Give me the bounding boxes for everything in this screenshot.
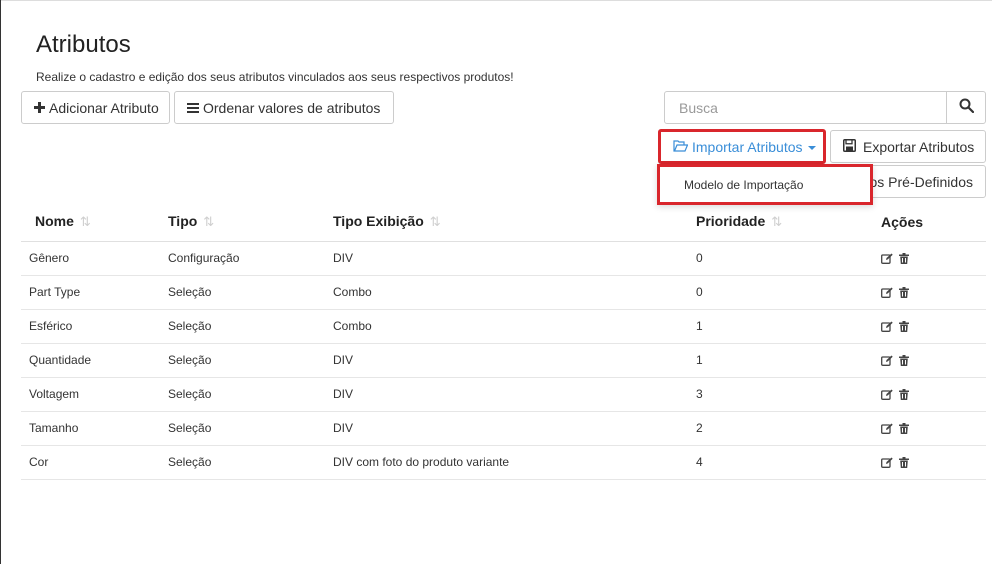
cell-prioridade: 0 <box>696 275 881 310</box>
cell-nome: Gênero <box>21 241 168 276</box>
predefined-attributes-label: os Pré-Definidos <box>869 173 974 190</box>
search-button[interactable] <box>946 92 985 123</box>
table-row: Cor Seleção DIV com foto do produto varian… <box>21 445 986 480</box>
cell-nome: Part Type <box>21 275 168 310</box>
sort-icon: ⇅ <box>203 214 215 230</box>
order-values-button[interactable]: Ordenar valores de atributos <box>174 91 394 124</box>
chevron-down-icon <box>807 145 816 150</box>
cell-tipo-exibicao: DIV <box>333 343 696 378</box>
cell-nome: Esférico <box>21 309 168 344</box>
cell-tipo: Seleção <box>168 343 333 378</box>
table-row: Quantidade Seleção DIV 1 <box>21 343 986 378</box>
sort-icon: ⇅ <box>771 214 783 230</box>
table-row: Voltagem Seleção DIV 3 <box>21 377 986 412</box>
cell-acoes <box>881 241 986 276</box>
cell-tipo-exibicao: Combo <box>333 275 696 310</box>
cell-tipo-exibicao: Combo <box>333 309 696 344</box>
floppy-icon <box>843 138 856 155</box>
plus-icon <box>34 100 45 116</box>
top-divider <box>1 0 992 1</box>
cell-acoes <box>881 377 986 412</box>
list-icon <box>187 100 199 116</box>
attributes-table: Nome ⇅ Tipo ⇅ Tipo Exibição ⇅ Prioridade ⇅ A… <box>21 203 986 480</box>
cell-acoes <box>881 445 986 480</box>
edit-icon[interactable] <box>881 457 893 468</box>
cell-tipo: Configuração <box>168 241 333 276</box>
edit-icon[interactable] <box>881 355 893 366</box>
cell-nome: Tamanho <box>21 411 168 446</box>
cell-nome: Voltagem <box>21 377 168 412</box>
order-values-label: Ordenar valores de atributos <box>203 99 381 116</box>
add-attribute-button[interactable]: Adicionar Atributo <box>21 91 170 124</box>
cell-tipo-exibicao: DIV <box>333 241 696 276</box>
cell-acoes <box>881 275 986 310</box>
edit-icon[interactable] <box>881 423 893 434</box>
cell-tipo: Seleção <box>168 377 333 412</box>
column-header-prioridade[interactable]: Prioridade ⇅ <box>696 203 881 242</box>
trash-icon[interactable] <box>899 422 909 434</box>
cell-prioridade: 4 <box>696 445 881 480</box>
cell-acoes <box>881 411 986 446</box>
edit-icon[interactable] <box>881 321 893 332</box>
folder-open-icon <box>673 139 689 155</box>
page-title: Atributos <box>36 31 131 58</box>
column-header-tipo-exibicao[interactable]: Tipo Exibição ⇅ <box>333 203 696 242</box>
add-attribute-label: Adicionar Atributo <box>49 99 159 116</box>
cell-tipo-exibicao: DIV com foto do produto variante <box>333 445 696 480</box>
import-attributes-button[interactable]: Importar Atributos <box>658 129 826 164</box>
trash-icon[interactable] <box>899 388 909 400</box>
search-input[interactable] <box>665 92 946 123</box>
cell-nome: Cor <box>21 445 168 480</box>
table-row: Esférico Seleção Combo 1 <box>21 309 986 344</box>
search-icon <box>959 98 974 118</box>
cell-prioridade: 3 <box>696 377 881 412</box>
column-header-acoes: Ações <box>881 203 986 242</box>
trash-icon[interactable] <box>899 286 909 298</box>
column-header-tipo[interactable]: Tipo ⇅ <box>168 203 333 242</box>
menu-item-import-template[interactable]: Modelo de Importação <box>684 178 803 192</box>
table-row: Gênero Configuração DIV 0 <box>21 241 986 276</box>
cell-tipo: Seleção <box>168 411 333 446</box>
export-attributes-label: Exportar Atributos <box>863 138 975 155</box>
trash-icon[interactable] <box>899 320 909 332</box>
column-header-nome[interactable]: Nome ⇅ <box>21 203 168 242</box>
cell-acoes <box>881 309 986 344</box>
cell-nome: Quantidade <box>21 343 168 378</box>
cell-tipo: Seleção <box>168 309 333 344</box>
cell-prioridade: 1 <box>696 343 881 378</box>
table-row: Part Type Seleção Combo 0 <box>21 275 986 310</box>
table-row: Tamanho Seleção DIV 2 <box>21 411 986 446</box>
edit-icon[interactable] <box>881 253 893 264</box>
edit-icon[interactable] <box>881 389 893 400</box>
table-header-row: Nome ⇅ Tipo ⇅ Tipo Exibição ⇅ Prioridade ⇅ A… <box>21 203 986 242</box>
cell-tipo-exibicao: DIV <box>333 411 696 446</box>
cell-tipo: Seleção <box>168 275 333 310</box>
trash-icon[interactable] <box>899 456 909 468</box>
cell-tipo: Seleção <box>168 445 333 480</box>
search-box <box>664 91 986 124</box>
cell-prioridade: 0 <box>696 241 881 276</box>
sort-icon: ⇅ <box>79 214 91 230</box>
import-attributes-label: Importar Atributos <box>692 138 803 155</box>
trash-icon[interactable] <box>899 354 909 366</box>
cell-acoes <box>881 343 986 378</box>
import-dropdown-menu: Modelo de Importação <box>657 164 873 205</box>
trash-icon[interactable] <box>899 252 909 264</box>
edit-icon[interactable] <box>881 287 893 298</box>
sort-icon: ⇅ <box>429 214 441 230</box>
page-subtitle: Realize o cadastro e edição dos seus atr… <box>36 70 514 84</box>
cell-tipo-exibicao: DIV <box>333 377 696 412</box>
export-attributes-button[interactable]: Exportar Atributos <box>830 130 986 163</box>
cell-prioridade: 2 <box>696 411 881 446</box>
cell-prioridade: 1 <box>696 309 881 344</box>
